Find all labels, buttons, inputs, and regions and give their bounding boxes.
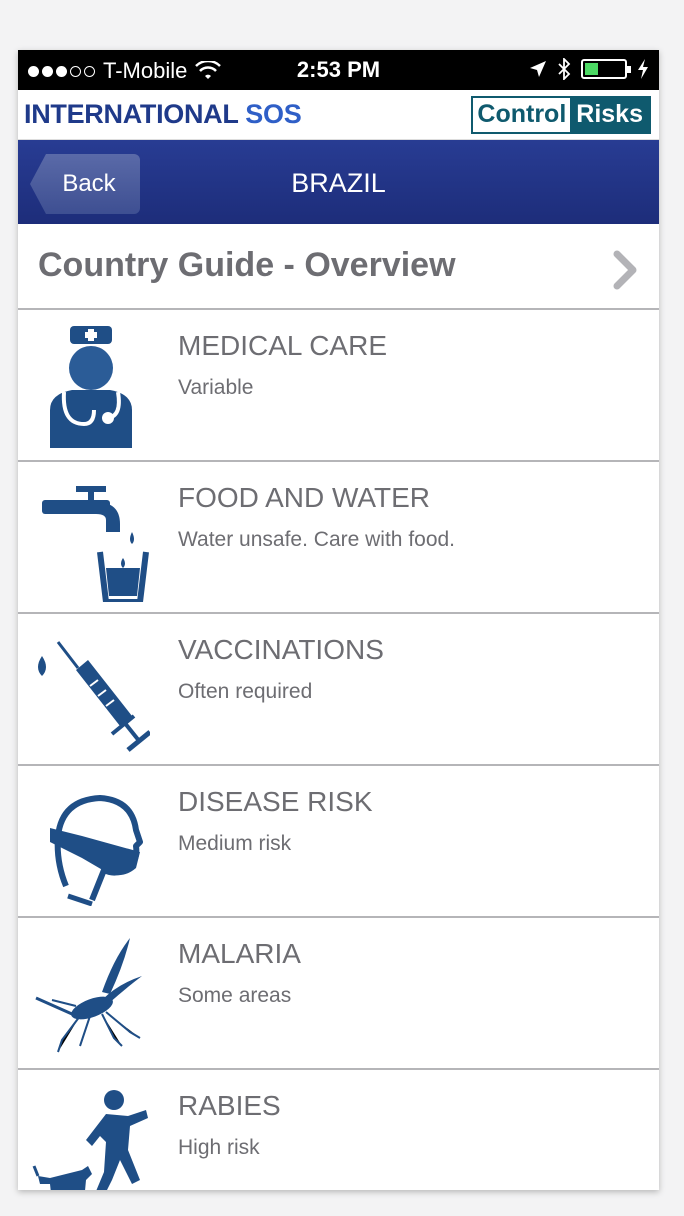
item-value: High risk — [178, 1136, 260, 1159]
guide-list: Country Guide - Overview MEDICAL CARE Va… — [18, 224, 659, 1190]
list-item-rabies[interactable]: RABIES High risk — [18, 1070, 659, 1190]
status-bar: T-Mobile 2:53 PM — [18, 50, 659, 90]
item-value: Often required — [178, 680, 313, 703]
face-mask-icon — [50, 795, 143, 906]
item-value: Medium risk — [178, 832, 292, 855]
navigation-bar: Back BRAZIL — [18, 140, 659, 224]
control-risks-logo: Control Risks — [471, 96, 651, 134]
item-label: VACCINATIONS — [178, 634, 384, 665]
item-value: Water unsafe. Care with food. — [178, 528, 456, 551]
status-right — [529, 58, 649, 80]
tap-water-icon — [42, 486, 149, 602]
item-value: Some areas — [178, 984, 292, 1007]
item-label: MEDICAL CARE — [178, 330, 388, 361]
item-value: Variable — [178, 376, 254, 399]
phone-screen: T-Mobile 2:53 PM INTERNATIONAL SOS Contr… — [18, 50, 659, 1190]
charging-bolt-icon — [638, 59, 648, 79]
international-sos-logo: INTERNATIONAL SOS — [24, 99, 302, 129]
item-label: DISEASE RISK — [178, 786, 373, 817]
syringe-icon — [38, 641, 150, 752]
item-label: FOOD AND WATER — [178, 482, 430, 513]
item-label: MALARIA — [178, 938, 301, 969]
battery-icon — [581, 59, 631, 79]
item-label: RABIES — [178, 1090, 281, 1121]
list-item-disease-risk[interactable]: DISEASE RISK Medium risk — [18, 766, 659, 918]
mosquito-icon — [35, 938, 142, 1053]
list-item-vaccinations[interactable]: VACCINATIONS Often required — [18, 614, 659, 766]
brand-header: INTERNATIONAL SOS Control Risks — [18, 90, 659, 140]
doctor-icon — [50, 326, 132, 448]
list-item-malaria[interactable]: MALARIA Some areas — [18, 918, 659, 1070]
bluetooth-icon — [558, 58, 571, 80]
chevron-right-icon — [613, 250, 637, 290]
overview-title: Country Guide - Overview — [38, 246, 456, 284]
location-arrow-icon — [530, 61, 546, 77]
country-guide-overview-row[interactable]: Country Guide - Overview — [18, 224, 659, 310]
list-item-food-and-water[interactable]: FOOD AND WATER Water unsafe. Care with f… — [18, 462, 659, 614]
page-title: BRAZIL — [291, 168, 386, 198]
list-item-medical-care[interactable]: MEDICAL CARE Variable — [18, 310, 659, 462]
dog-chasing-icon — [32, 1090, 148, 1190]
